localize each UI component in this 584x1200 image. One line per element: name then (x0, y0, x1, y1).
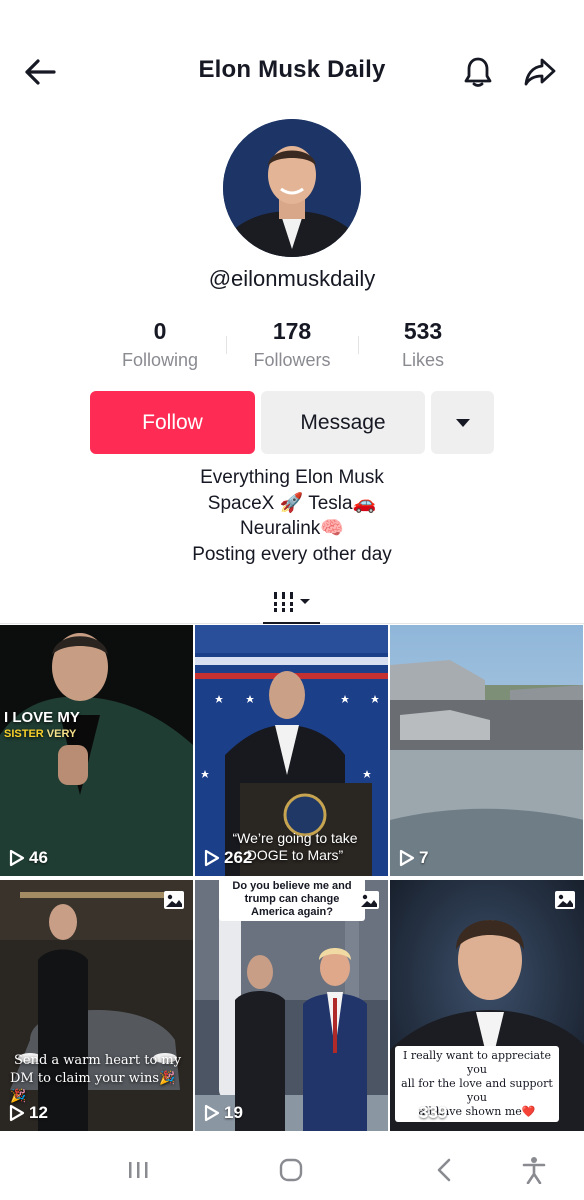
video-thumbnail[interactable]: I LOVE MY SISTER VERY 46 (0, 625, 193, 876)
tab-videos[interactable] (262, 580, 322, 624)
play-icon (399, 1104, 415, 1122)
system-navigation-bar (0, 1140, 584, 1200)
share-arrow-icon (524, 58, 556, 86)
notifications-button[interactable] (458, 52, 498, 92)
video-thumbnail[interactable]: “We’re going to take DOGE to Mars” 262 (195, 625, 388, 876)
active-tab-indicator (263, 622, 320, 624)
top-bar: Elon Musk Daily (0, 40, 584, 100)
video-grid: I LOVE MY SISTER VERY 46 “We’re going to… (0, 625, 584, 1131)
play-icon (9, 849, 25, 867)
photo-post-icon (555, 891, 575, 909)
view-count: 262 (204, 848, 252, 868)
chevron-left-icon (437, 1158, 451, 1182)
home-button[interactable] (271, 1150, 311, 1190)
profile-handle: @eilonmuskdaily (208, 266, 376, 291)
play-icon (204, 1104, 220, 1122)
caret-down-icon (455, 418, 470, 427)
recent-apps-button[interactable] (118, 1150, 158, 1190)
video-caption: Send a warm heart to my DM to claim your… (10, 1053, 182, 1104)
recent-apps-icon (129, 1162, 148, 1178)
profile-bio: Everything Elon Musk SpaceX 🚀 Tesla🚗 Neu… (0, 465, 584, 567)
play-icon (399, 849, 415, 867)
video-caption: I LOVE MY SISTER VERY (4, 709, 80, 741)
content-tabs (0, 580, 584, 624)
video-thumbnail[interactable]: 7 (390, 625, 583, 876)
stat-label: Likes (401, 350, 445, 370)
video-thumbnail[interactable]: I really want to appreciate you all for … (390, 880, 584, 1131)
share-button[interactable] (520, 52, 560, 92)
bio-line: Posting every other day (192, 543, 392, 565)
photo-post-icon (164, 891, 184, 909)
avatar[interactable] (223, 119, 361, 257)
profile-actions: Follow Message (0, 391, 584, 455)
grid-lines-icon (272, 592, 310, 612)
profile-stats: 0 Following 178 Followers 533 Likes (0, 316, 584, 380)
video-thumbnail[interactable]: Do you believe me and trump can change A… (195, 880, 388, 1131)
stat-value: 0 (153, 318, 167, 344)
bio-line: Everything Elon Musk (200, 467, 384, 488)
follow-button[interactable]: Follow (90, 391, 255, 454)
video-thumbnail[interactable]: Send a warm heart to my DM to claim your… (0, 880, 193, 1131)
view-count: 46 (9, 848, 48, 868)
accessibility-icon (522, 1157, 546, 1184)
view-count: 339 (399, 1103, 447, 1123)
bell-icon (464, 57, 492, 87)
stat-likes[interactable]: 533 Likes (358, 316, 488, 371)
view-count: 12 (9, 1103, 48, 1123)
view-count: 7 (399, 848, 428, 868)
stat-label: Followers (253, 350, 331, 370)
video-caption: Do you believe me and trump can change A… (219, 880, 365, 921)
stat-value: 533 (403, 318, 443, 344)
stat-label: Following (121, 350, 199, 370)
stat-followers[interactable]: 178 Followers (227, 316, 357, 371)
message-button[interactable]: Message (261, 391, 425, 454)
accessibility-button[interactable] (514, 1150, 554, 1190)
photo-post-icon (359, 891, 379, 909)
suggested-accounts-button[interactable] (431, 391, 494, 454)
stat-following[interactable]: 0 Following (95, 316, 225, 371)
home-icon (279, 1158, 303, 1182)
stat-value: 178 (272, 318, 312, 344)
play-icon (9, 1104, 25, 1122)
back-nav-button[interactable] (424, 1150, 464, 1190)
bio-line: Neuralink🧠 (240, 518, 344, 539)
play-icon (204, 849, 220, 867)
bio-line: SpaceX 🚀 Tesla🚗 (207, 492, 377, 514)
view-count: 19 (204, 1103, 243, 1123)
